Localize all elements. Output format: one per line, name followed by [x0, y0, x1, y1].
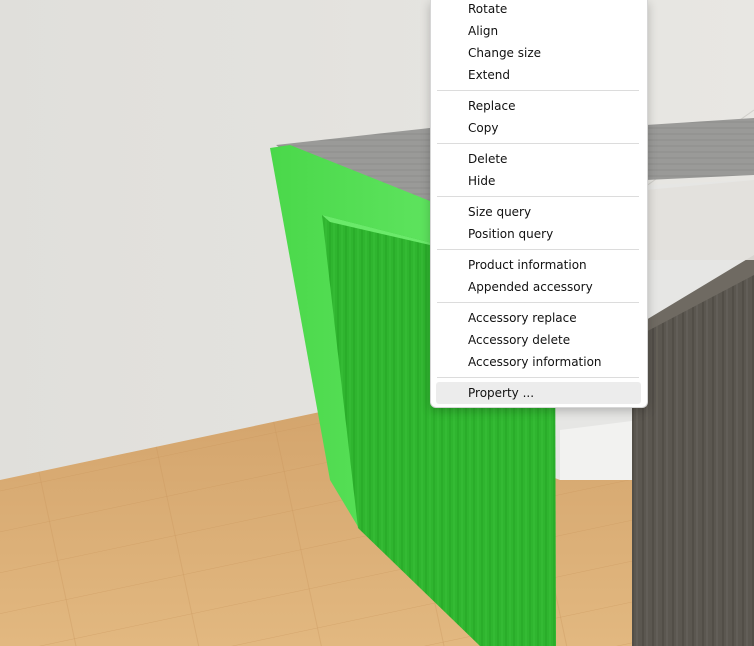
menu-item-align[interactable]: Align — [436, 20, 641, 42]
menu-item-appended-accessory[interactable]: Appended accessory — [436, 276, 641, 298]
menu-item-accessory-information[interactable]: Accessory information — [436, 351, 641, 373]
cabinet-back-wallpaper — [646, 180, 754, 260]
menu-item-position-query[interactable]: Position query — [436, 223, 641, 245]
menu-item-accessory-delete[interactable]: Accessory delete — [436, 329, 641, 351]
menu-item-change-size[interactable]: Change size — [436, 42, 641, 64]
menu-item-delete[interactable]: Delete — [436, 148, 641, 170]
context-menu: Rotate Align Change size Extend Replace … — [430, 0, 648, 408]
menu-separator — [437, 249, 639, 250]
menu-item-product-information[interactable]: Product information — [436, 254, 641, 276]
menu-item-copy[interactable]: Copy — [436, 117, 641, 139]
menu-item-hide[interactable]: Hide — [436, 170, 641, 192]
menu-separator — [437, 196, 639, 197]
menu-item-replace[interactable]: Replace — [436, 95, 641, 117]
menu-separator — [437, 302, 639, 303]
menu-item-property[interactable]: Property ... — [436, 382, 641, 404]
menu-item-rotate[interactable]: Rotate — [436, 0, 641, 20]
menu-separator — [437, 377, 639, 378]
menu-separator — [437, 90, 639, 91]
menu-item-accessory-replace[interactable]: Accessory replace — [436, 307, 641, 329]
menu-item-extend[interactable]: Extend — [436, 64, 641, 86]
menu-item-size-query[interactable]: Size query — [436, 201, 641, 223]
menu-separator — [437, 143, 639, 144]
